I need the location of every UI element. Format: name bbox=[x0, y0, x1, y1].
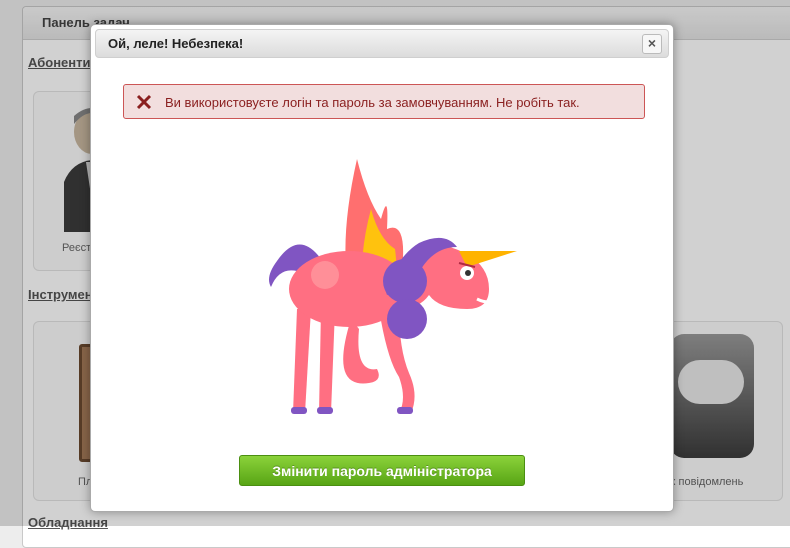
dialog-header: Ой, леле! Небезпека! × bbox=[95, 29, 669, 58]
alert-message: Ви використовуєте логін та пароль за зам… bbox=[165, 95, 580, 110]
alert-box: Ви використовуєте логін та пароль за зам… bbox=[123, 84, 645, 119]
warning-dialog: Ой, леле! Небезпека! × Ви використовуєте… bbox=[90, 24, 674, 512]
angry-unicorn-illustration bbox=[269, 159, 517, 414]
error-x-icon bbox=[136, 94, 152, 110]
change-admin-password-button[interactable]: Змінити пароль адміністратора bbox=[239, 455, 525, 486]
dialog-title: Ой, леле! Небезпека! bbox=[108, 36, 244, 51]
close-button[interactable]: × bbox=[642, 34, 662, 54]
